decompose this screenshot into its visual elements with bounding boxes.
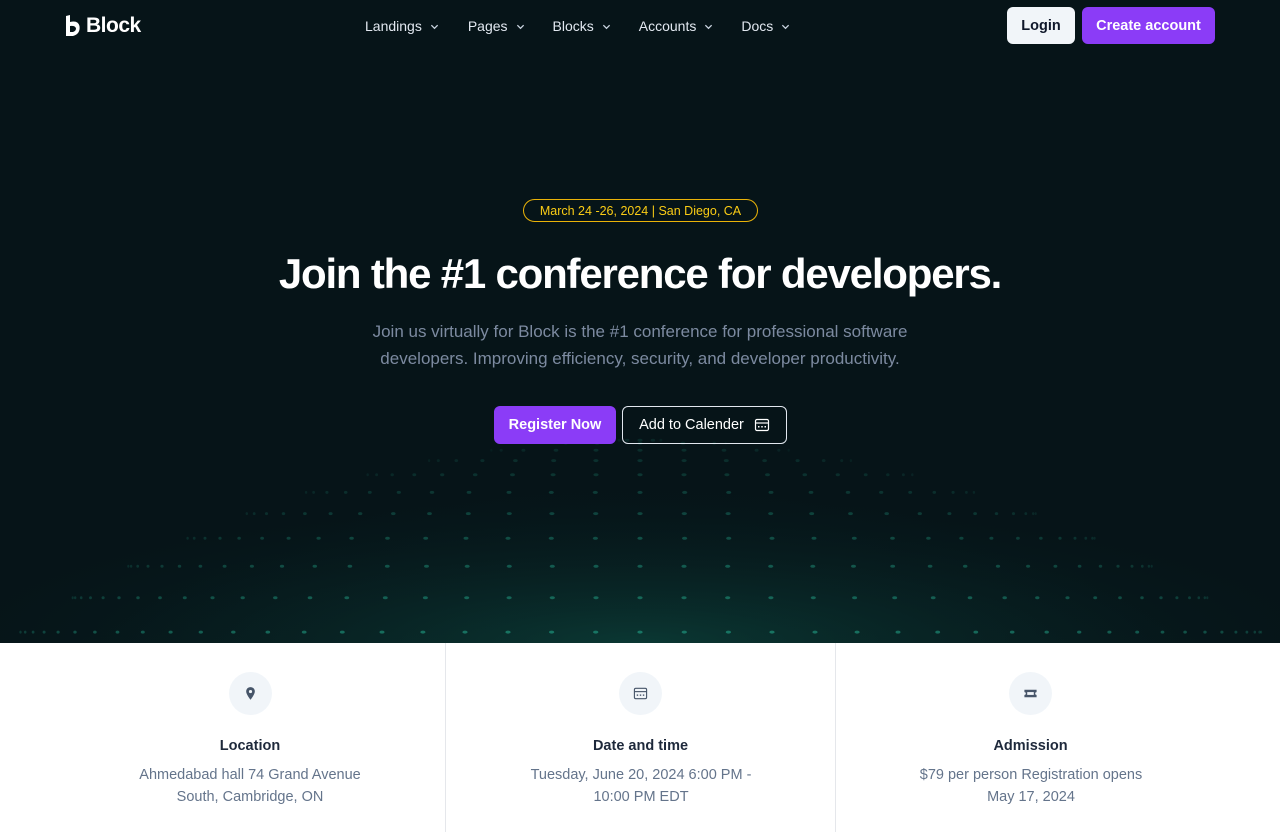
date-time-card: Date and time Tuesday, June 20, 2024 6:0… xyxy=(445,643,835,832)
location-icon-wrap xyxy=(228,672,272,715)
admission-icon-wrap xyxy=(1009,672,1052,715)
date-time-text: Tuesday, June 20, 2024 6:00 PM - 10:00 P… xyxy=(530,767,752,805)
block-logo-icon xyxy=(66,15,80,36)
location-title: Location xyxy=(219,738,281,754)
hero-subtext: Join us virtually for Block is the #1 co… xyxy=(372,322,908,368)
nav-item-landings[interactable]: Landings xyxy=(365,16,439,36)
main-nav: Landings Pages Blocks Accounts Docs xyxy=(365,16,790,36)
create-account-button[interactable]: Create account xyxy=(1082,7,1215,44)
chevron-down-icon xyxy=(602,24,610,29)
event-date-badge: March 24 -26, 2024 | San Diego, CA xyxy=(523,199,758,222)
map-pin-icon xyxy=(245,687,255,700)
chevron-down-icon xyxy=(516,24,524,29)
brand-logo[interactable]: Block xyxy=(65,14,141,38)
nav-item-accounts[interactable]: Accounts xyxy=(639,16,714,36)
nav-item-blocks[interactable]: Blocks xyxy=(553,16,611,36)
register-now-button[interactable]: Register Now xyxy=(494,406,616,444)
hero-section: Block Landings Pages Blocks Accounts Doc… xyxy=(0,0,1280,643)
hero-headline: Join the #1 conference for developers. xyxy=(278,250,1003,297)
admission-text: $79 per person Registration opens May 17… xyxy=(919,767,1143,805)
chevron-down-icon xyxy=(705,24,713,29)
date-time-icon-wrap xyxy=(619,672,662,715)
date-time-title: Date and time xyxy=(592,738,689,754)
login-button[interactable]: Login xyxy=(1007,7,1075,44)
nav-item-label: Docs xyxy=(741,18,774,34)
admission-title: Admission xyxy=(993,738,1068,754)
event-info-section: Location Ahmedabad hall 74 Grand Avenue … xyxy=(0,643,1280,832)
location-text: Ahmedabad hall 74 Grand Avenue South, Ca… xyxy=(139,767,361,805)
nav-item-label: Blocks xyxy=(552,18,594,34)
calendar-icon xyxy=(754,418,769,432)
location-card: Location Ahmedabad hall 74 Grand Avenue … xyxy=(55,643,445,832)
nav-item-label: Landings xyxy=(365,18,422,34)
ticket-icon xyxy=(1024,689,1037,698)
admission-card: Admission $79 per person Registration op… xyxy=(835,643,1225,832)
brand-name: Block xyxy=(86,14,141,37)
chevron-down-icon xyxy=(430,24,438,29)
nav-item-pages[interactable]: Pages xyxy=(468,16,525,36)
add-to-calendar-label: Add to Calender xyxy=(639,417,744,433)
nav-item-label: Pages xyxy=(467,18,508,34)
chevron-down-icon xyxy=(782,24,790,29)
nav-item-docs[interactable]: Docs xyxy=(741,16,790,36)
add-to-calendar-button[interactable]: Add to Calender xyxy=(622,406,787,444)
calendar-icon xyxy=(633,687,648,700)
nav-item-label: Accounts xyxy=(638,18,697,34)
